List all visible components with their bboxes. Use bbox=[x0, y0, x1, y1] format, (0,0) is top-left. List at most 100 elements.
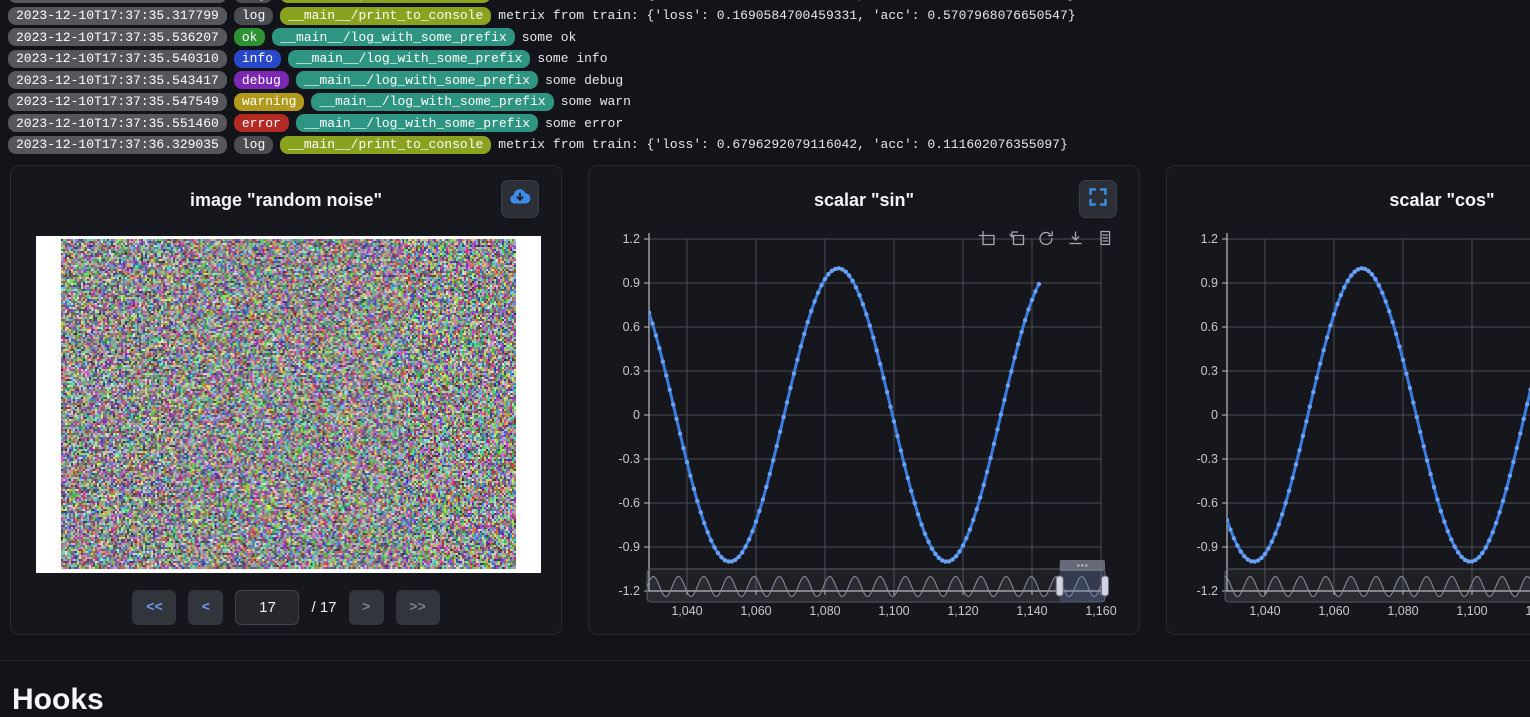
log-message: metrix from train: {'loss': 0.1690584700… bbox=[498, 0, 1075, 2]
log-row: 2023-12-10T17:37:35.536207 ok __main__/log… bbox=[8, 28, 1530, 46]
timestamp-badge: 2023-12-10T17:37:35.317799 bbox=[8, 7, 227, 25]
sin-card-header: scalar "sin" bbox=[589, 166, 1139, 236]
timestamp-badge: 2023-12-10T17:37:35.317799 bbox=[8, 0, 227, 3]
datazoom-left-handle[interactable] bbox=[1056, 576, 1063, 596]
module-badge: __main__/log_with_some_prefix bbox=[272, 28, 514, 46]
cos-chart-card: 1.20.90.60.30-0.3-0.6-0.9-1.21,0401,0601… bbox=[1166, 165, 1530, 635]
x-tick-label: 1,120 bbox=[1525, 604, 1530, 618]
image-card-header: image "random noise" bbox=[11, 166, 561, 236]
log-row: 2023-12-10T17:37:35.543417 debug __main__/… bbox=[8, 71, 1530, 89]
image-preview-frame bbox=[36, 236, 541, 573]
sin-chart-card: 1.20.90.60.30-0.3-0.6-0.9-1.21,0401,0601… bbox=[588, 165, 1140, 635]
module-badge: __main__/log_with_some_prefix bbox=[296, 71, 538, 89]
y-tick-label: 0.9 bbox=[623, 276, 640, 290]
image-download-button[interactable] bbox=[501, 180, 539, 218]
section-divider bbox=[0, 660, 1530, 661]
cloud-download-icon bbox=[509, 187, 531, 212]
page-number-input[interactable] bbox=[235, 590, 299, 625]
y-tick-label: -0.6 bbox=[618, 496, 640, 510]
log-message: some ok bbox=[522, 30, 577, 45]
log-row: 2023-12-10T17:37:35.547549warning__main_… bbox=[8, 93, 1530, 111]
module-badge: __main__/log_with_some_prefix bbox=[288, 50, 530, 68]
level-badge: log bbox=[234, 0, 273, 3]
log-message: some error bbox=[545, 116, 623, 131]
level-badge: debug bbox=[234, 71, 289, 89]
datazoom-selection[interactable] bbox=[1060, 569, 1105, 602]
random-noise-image bbox=[61, 239, 516, 569]
y-tick-label: 0.3 bbox=[623, 364, 640, 378]
first-page-button[interactable]: << bbox=[132, 590, 176, 625]
last-page-button[interactable]: >> bbox=[396, 590, 440, 625]
x-tick-label: 1,140 bbox=[1016, 604, 1047, 618]
y-tick-label: -0.9 bbox=[618, 540, 640, 554]
image-card-title: image "random noise" bbox=[11, 190, 561, 211]
module-badge: __main__/log_with_some_prefix bbox=[296, 114, 538, 132]
sin-line-chart[interactable]: 1.20.90.60.30-0.3-0.6-0.9-1.21,0401,0601… bbox=[589, 166, 1141, 636]
level-badge: ok bbox=[234, 28, 266, 46]
log-message: metrix from train: {'loss': 0.6796292079… bbox=[498, 137, 1068, 152]
log-row: 2023-12-10T17:37:35.540310info__main__/l… bbox=[8, 50, 1530, 68]
sin-card-title: scalar "sin" bbox=[589, 190, 1139, 211]
datazoom-right-handle[interactable] bbox=[1102, 576, 1109, 596]
y-tick-label: 0.6 bbox=[623, 320, 640, 334]
next-page-button[interactable]: > bbox=[349, 590, 384, 625]
cos-card-title: scalar "cos" bbox=[1167, 190, 1530, 211]
x-tick-label: 1,100 bbox=[1456, 604, 1487, 618]
datazoom-slider[interactable] bbox=[647, 560, 1109, 602]
log-message: some debug bbox=[545, 73, 623, 88]
prev-page-button[interactable]: < bbox=[188, 590, 223, 625]
x-tick-label: 1,080 bbox=[809, 604, 840, 618]
x-tick-label: 1,080 bbox=[1387, 604, 1418, 618]
level-badge: info bbox=[234, 50, 281, 68]
cos-card-header: scalar "cos" bbox=[1167, 166, 1530, 236]
log-row: 2023-12-10T17:37:35.551460 error __main__/… bbox=[8, 114, 1530, 132]
x-tick-label: 1,100 bbox=[878, 604, 909, 618]
y-tick-label: -1.2 bbox=[1196, 584, 1218, 598]
log-row: 2023-12-10T17:37:35.317799 log __main__/pr… bbox=[8, 7, 1530, 25]
y-tick-label: -0.6 bbox=[1196, 496, 1218, 510]
level-badge: warning bbox=[234, 93, 305, 111]
x-tick-label: 1,040 bbox=[1249, 604, 1280, 618]
next-section-heading: Hooks bbox=[12, 683, 104, 717]
log-message: some info bbox=[537, 51, 607, 66]
cos-line-chart[interactable]: 1.20.90.60.30-0.3-0.6-0.9-1.21,0401,0601… bbox=[1167, 166, 1530, 636]
cards-row: image "random noise" << < / 17 > >> 1.20 bbox=[10, 165, 1530, 635]
y-tick-label: -1.2 bbox=[618, 584, 640, 598]
y-tick-label: 0.3 bbox=[1201, 364, 1218, 378]
image-pagination: << < / 17 > >> bbox=[11, 590, 561, 625]
level-badge: log bbox=[234, 136, 273, 154]
level-badge: log bbox=[234, 7, 273, 25]
y-tick-label: 0.9 bbox=[1201, 276, 1218, 290]
x-tick-label: 1,060 bbox=[740, 604, 771, 618]
log-output: 2023-12-10T17:37:35.317799 log __main__/pr… bbox=[0, 0, 1530, 158]
module-badge: __main__/log_with_some_prefix bbox=[311, 93, 553, 111]
log-message: some warn bbox=[561, 94, 631, 109]
level-badge: error bbox=[234, 114, 289, 132]
log-row: 2023-12-10T17:37:35.317799 log __main__/pr… bbox=[8, 0, 1530, 3]
x-tick-label: 1,120 bbox=[947, 604, 978, 618]
module-badge: __main__/print_to_console bbox=[280, 0, 491, 3]
datazoom-slider[interactable] bbox=[1225, 560, 1530, 602]
log-row: 2023-12-10T17:37:36.329035 log __main__/pr… bbox=[8, 136, 1530, 154]
module-badge: __main__/print_to_console bbox=[280, 7, 491, 25]
timestamp-badge: 2023-12-10T17:37:36.329035 bbox=[8, 136, 227, 154]
log-message: metrix from train: {'loss': 0.1690584700… bbox=[498, 8, 1075, 23]
y-tick-label: 0.6 bbox=[1201, 320, 1218, 334]
x-tick-label: 1,060 bbox=[1318, 604, 1349, 618]
chart-grid: 1.20.90.60.30-0.3-0.6-0.9-1.21,0401,0601… bbox=[618, 232, 1116, 618]
page-total-label: / 17 bbox=[311, 599, 336, 616]
x-tick-label: 1,160 bbox=[1085, 604, 1116, 618]
y-tick-label: -0.9 bbox=[1196, 540, 1218, 554]
image-card: image "random noise" << < / 17 > >> bbox=[10, 165, 562, 635]
y-tick-label: -0.3 bbox=[618, 452, 640, 466]
x-tick-label: 1,040 bbox=[671, 604, 702, 618]
timestamp-badge: 2023-12-10T17:37:35.551460 bbox=[8, 114, 227, 132]
fullscreen-icon bbox=[1089, 188, 1107, 211]
sin-fullscreen-button[interactable] bbox=[1079, 180, 1117, 218]
log-rows: 2023-12-10T17:37:35.317799 log __main__/pr… bbox=[8, 0, 1530, 154]
y-tick-label: 0 bbox=[633, 408, 640, 422]
y-tick-label: 0 bbox=[1211, 408, 1218, 422]
timestamp-badge: 2023-12-10T17:37:35.543417 bbox=[8, 71, 227, 89]
module-badge: __main__/print_to_console bbox=[280, 136, 491, 154]
timestamp-badge: 2023-12-10T17:37:35.536207 bbox=[8, 28, 227, 46]
